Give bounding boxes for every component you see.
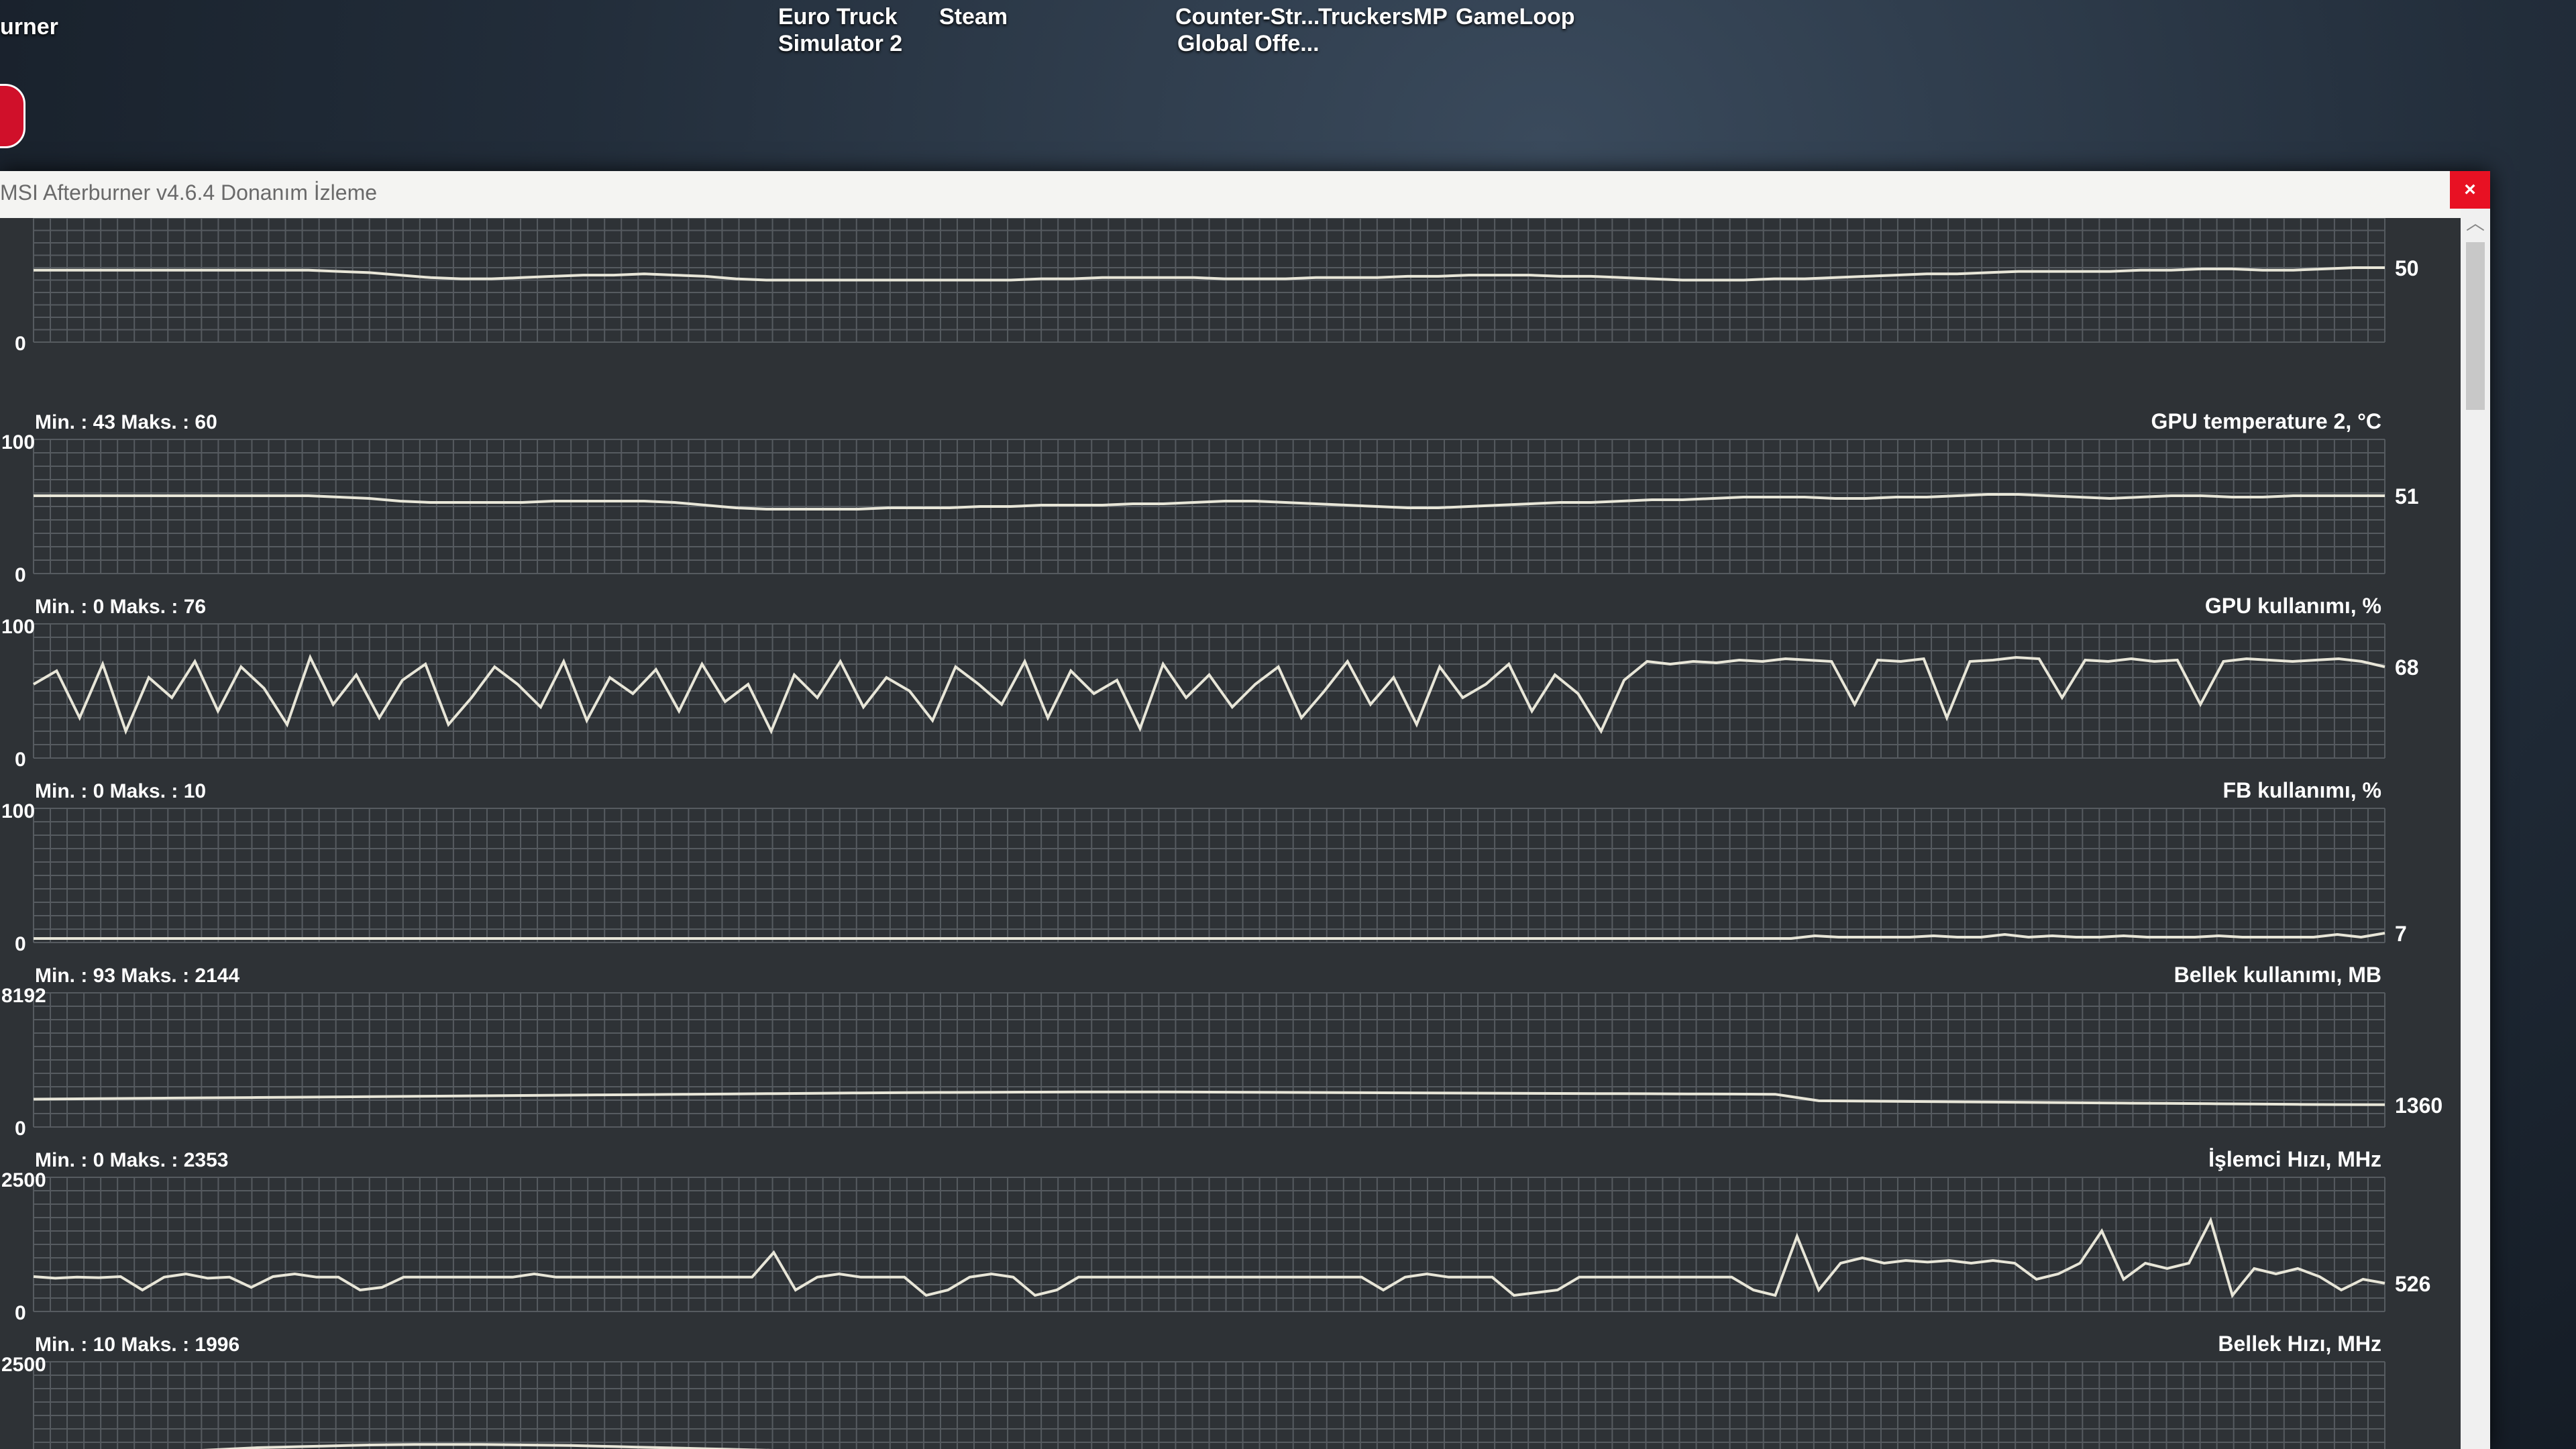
graph-title: Bellek kullanımı, MB (2174, 963, 2381, 987)
desktop: urner Euro Truck Simulator 2 Steam Count… (0, 0, 2576, 1449)
graph-row (32, 623, 2385, 759)
scrollbar-thumb[interactable] (2466, 242, 2485, 410)
desktop-icon-label: Simulator 2 (778, 31, 903, 56)
min-max-label: Min. : 0 Maks. : 10 (35, 780, 206, 802)
y-axis-top-label: 2500 (1, 1354, 46, 1376)
current-value-label: 50 (2395, 256, 2419, 280)
y-axis-top-label: 100 (1, 616, 35, 638)
y-axis-top-label: 100 (1, 431, 35, 453)
current-value-label: 51 (2395, 484, 2419, 508)
close-button[interactable]: × (2450, 171, 2490, 209)
min-max-label: Min. : 10 Maks. : 1996 (35, 1334, 239, 1356)
graph-row (33, 218, 2385, 343)
partial-shortcut-label[interactable]: urner (0, 13, 58, 40)
vertical-scrollbar[interactable]: ︿ (2461, 209, 2490, 1449)
y-axis-bottom-label: 0 (15, 933, 26, 955)
graph-title: İşlemci Hızı, MHz (2208, 1147, 2381, 1171)
graph-row (33, 439, 2385, 574)
min-max-label: Min. : 43 Maks. : 60 (35, 411, 217, 433)
graph-row (33, 992, 2385, 1128)
graph-title: FB kullanımı, % (2223, 778, 2381, 802)
y-axis-top-label: 8192 (1, 985, 46, 1007)
desktop-icon-label: TruckersMP (1318, 4, 1448, 30)
chevron-up-icon[interactable]: ︿ (2461, 209, 2490, 238)
min-max-label: Min. : 0 Maks. : 76 (35, 596, 206, 618)
min-max-label: Min. : 93 Maks. : 2144 (35, 965, 239, 987)
desktop-icon-label: GameLoop (1456, 4, 1575, 30)
afterburner-monitor-window[interactable]: MSI Afterburner v4.6.4 Donanım İzleme × … (0, 171, 2490, 1449)
desktop-icon-label: Euro Truck (778, 4, 898, 30)
desktop-icon-label: Global Offe... (1177, 31, 1320, 56)
desktop-icon-label: Counter-Str... (1175, 4, 1320, 30)
current-value-label: 68 (2395, 655, 2419, 680)
min-max-label: Min. : 0 Maks. : 2353 (35, 1149, 228, 1171)
title-bar[interactable]: MSI Afterburner v4.6.4 Donanım İzleme × (0, 171, 2490, 218)
graph-row (33, 1177, 2385, 1312)
desktop-icon-label: Steam (939, 4, 1008, 30)
y-axis-bottom-label: 0 (15, 1302, 26, 1324)
y-axis-bottom-label: 0 (15, 1118, 26, 1140)
afterburner-shortcut-icon[interactable] (0, 84, 25, 148)
window-title: MSI Afterburner v4.6.4 Donanım İzleme (0, 180, 378, 205)
monitoring-graphs: 0 50 GPU temperature 2, °C Min. : 43 Maks. … (1, 218, 2443, 1449)
y-axis-bottom-label: 0 (15, 564, 26, 586)
y-axis-bottom-label: 0 (15, 749, 26, 771)
graph-title: GPU kullanımı, % (2205, 594, 2381, 618)
current-value-label: 7 (2395, 922, 2407, 946)
y-axis-top-label: 100 (1, 800, 35, 822)
y-axis-bottom-label: 0 (15, 333, 26, 355)
graph-title: Bellek Hızı, MHz (2218, 1332, 2381, 1356)
current-value-label: 526 (2395, 1272, 2430, 1296)
graph-title: GPU temperature 2, °C (2151, 409, 2381, 433)
graph-row (33, 808, 2385, 943)
graph-row (33, 1361, 2385, 1449)
y-axis-top-label: 2500 (1, 1169, 46, 1191)
current-value-label: 1360 (2395, 1093, 2443, 1118)
